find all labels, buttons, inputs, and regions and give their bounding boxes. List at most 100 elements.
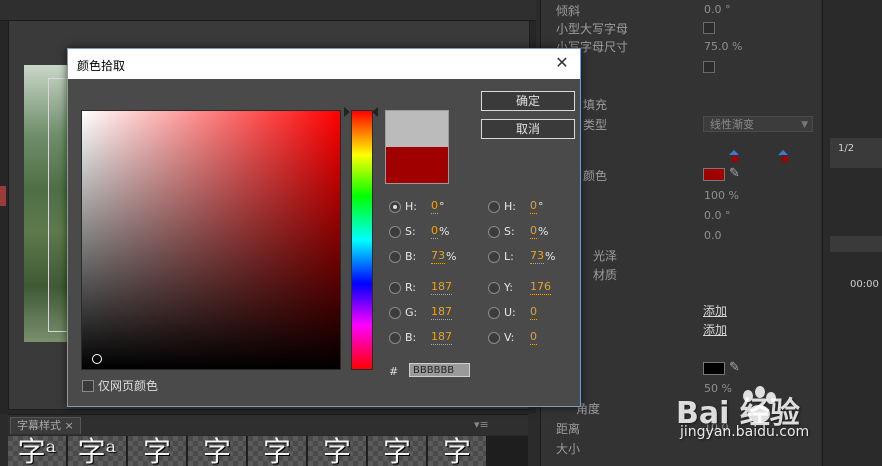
rgb-b-value[interactable]: 187: [431, 330, 452, 345]
yuv-y-radio[interactable]: [488, 282, 500, 294]
hsl-h-row[interactable]: H: 0 °: [488, 199, 568, 215]
hsl-h-value[interactable]: 0: [530, 199, 537, 214]
yuv-y-value[interactable]: 176: [530, 280, 551, 295]
style-swatch[interactable]: 字: [308, 436, 366, 466]
shadow-color-swatch[interactable]: [703, 362, 725, 375]
hsb-b-radio[interactable]: [389, 251, 401, 263]
timecode-display[interactable]: 00:00: [850, 279, 879, 290]
style-swatch[interactable]: 字: [248, 436, 306, 466]
yuv-u-value[interactable]: 0: [530, 305, 537, 320]
close-icon[interactable]: ✕: [552, 53, 572, 73]
hsb-s-radio[interactable]: [389, 226, 401, 238]
prop-opacity-value[interactable]: 100 %: [704, 189, 739, 202]
hsl-s-row[interactable]: S: 0 %: [488, 224, 568, 240]
web-colors-only-checkbox[interactable]: [82, 380, 94, 392]
fill-type-select[interactable]: 线性渐变 ▼: [703, 116, 813, 132]
tab-close-icon[interactable]: ×: [65, 419, 74, 432]
hsb-h-radio[interactable]: [389, 201, 401, 213]
hsb-h-value[interactable]: 0: [431, 199, 438, 214]
hsl-s-radio[interactable]: [488, 226, 500, 238]
prop-angle-value[interactable]: 0.0 °: [704, 209, 731, 222]
style-swatch[interactable]: 字ᵃ: [68, 436, 126, 466]
prop-texture-label: 材质: [593, 268, 618, 282]
title-styles-header: [8, 414, 528, 435]
gradient-stop-left[interactable]: [729, 150, 739, 163]
eyedropper-icon[interactable]: ✎: [729, 166, 740, 181]
prop-tilt-value[interactable]: 0.0 °: [704, 3, 731, 16]
style-swatch[interactable]: 字ᵃ: [8, 436, 66, 466]
yuv-v-value[interactable]: 0: [530, 330, 537, 345]
title-styles-strip: 字ᵃ 字ᵃ 字 字 字 字 字 字: [8, 436, 528, 466]
prop-color-label: 颜色: [583, 169, 608, 183]
hue-slider-handle-right[interactable]: [372, 107, 378, 117]
rgb-g-row[interactable]: G: 187: [389, 305, 469, 321]
prop-smallcaps-size-value[interactable]: 75.0 %: [704, 40, 742, 53]
yuv-y-row[interactable]: Y: 176: [488, 280, 568, 296]
prop-size-label: 大小: [556, 442, 581, 456]
rgb-r-row[interactable]: R: 187: [389, 280, 469, 296]
prop-distance-label: 距离: [556, 422, 581, 436]
style-swatch[interactable]: 字: [428, 436, 486, 466]
color-field-marker[interactable]: [92, 354, 102, 364]
gradient-stop-right[interactable]: [778, 150, 788, 163]
hsb-b-value[interactable]: 73: [431, 249, 445, 264]
prop-tilt-label: 倾斜: [556, 4, 581, 18]
edge-marker: [0, 186, 6, 206]
tab-title-styles[interactable]: 字幕样式 ×: [10, 417, 81, 434]
zoom-fraction[interactable]: 1/2: [838, 143, 854, 154]
dialog-titlebar[interactable]: 颜色拾取 ✕: [68, 49, 580, 79]
new-color-preview: [386, 111, 448, 147]
rgb-g-radio[interactable]: [389, 307, 401, 319]
add-inner-stroke-link[interactable]: 添加: [703, 302, 727, 319]
prop-smallcaps-checkbox[interactable]: [703, 22, 715, 34]
rgb-r-value[interactable]: 187: [431, 280, 452, 295]
color-comparison: [385, 110, 449, 184]
rgb-b-radio[interactable]: [389, 332, 401, 344]
hsl-l-radio[interactable]: [488, 251, 500, 263]
web-colors-only-label: 仅网页颜色: [98, 379, 159, 393]
hex-color-input[interactable]: BBBBBB: [409, 363, 470, 377]
prop-underline-checkbox[interactable]: [703, 61, 715, 73]
rgb-g-value[interactable]: 187: [431, 305, 452, 320]
title-designer-toolbar: [0, 0, 536, 21]
prop-repeat-value[interactable]: 0.0: [704, 229, 722, 242]
hsl-l-value[interactable]: 73: [530, 249, 544, 264]
eyedropper-icon[interactable]: ✎: [729, 360, 740, 375]
original-color-preview[interactable]: [386, 147, 448, 183]
yuv-u-radio[interactable]: [488, 307, 500, 319]
watermark-url: jingyan.baidu.com: [680, 424, 810, 440]
yuv-v-radio[interactable]: [488, 332, 500, 344]
hue-slider[interactable]: [351, 110, 373, 370]
hsl-s-value[interactable]: 0: [530, 224, 537, 239]
yuv-u-row[interactable]: U: 0: [488, 305, 568, 321]
style-swatch[interactable]: 字: [188, 436, 246, 466]
cancel-button[interactable]: 取消: [481, 119, 575, 139]
hsb-s-row[interactable]: S: 0 %: [389, 224, 469, 240]
prop-fill-label: 填充: [583, 98, 608, 112]
style-swatch[interactable]: 字: [128, 436, 186, 466]
hex-prefix: #: [389, 365, 399, 378]
hsl-h-radio[interactable]: [488, 201, 500, 213]
hsb-h-row[interactable]: H: 0 °: [389, 199, 469, 215]
dialog-title: 颜色拾取: [77, 59, 126, 73]
prop-fill-type-label: 类型: [583, 118, 608, 132]
saturation-brightness-field[interactable]: [81, 110, 341, 370]
panel-menu-icon[interactable]: ▾≡: [474, 418, 489, 431]
ok-button[interactable]: 确定: [481, 91, 575, 111]
yuv-v-row[interactable]: V: 0: [488, 330, 568, 346]
baidu-watermark: Bai 经验 jingyan.baidu.com: [676, 384, 876, 466]
prop-smallcaps-label: 小型大写字母: [556, 22, 629, 36]
timeline-header: [830, 236, 882, 252]
paw-icon: [743, 386, 776, 423]
style-swatch[interactable]: 字: [368, 436, 426, 466]
add-outer-stroke-link[interactable]: 添加: [703, 321, 727, 338]
fill-color-swatch[interactable]: [703, 168, 725, 181]
rgb-b-row[interactable]: B: 187: [389, 330, 469, 346]
hsb-s-value[interactable]: 0: [431, 224, 438, 239]
hue-slider-handle-left[interactable]: [344, 107, 350, 117]
rgb-r-radio[interactable]: [389, 282, 401, 294]
color-picker-dialog: 颜色拾取 ✕ 确定 取消 H: 0 ° S: 0 % B: 73 % H: 0 …: [67, 48, 581, 407]
hsl-l-row[interactable]: L: 73 %: [488, 249, 568, 265]
hsb-b-row[interactable]: B: 73 %: [389, 249, 469, 265]
chevron-down-icon: ▼: [801, 120, 808, 130]
